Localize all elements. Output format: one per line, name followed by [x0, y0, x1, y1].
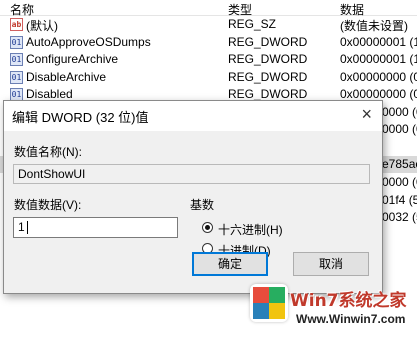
value-data: 0000 (0: [382, 122, 417, 136]
cancel-button[interactable]: 取消: [293, 252, 369, 276]
value-data: 0x00000000 (0: [340, 70, 417, 84]
value-name: AutoApproveOSDumps: [26, 35, 151, 49]
value-type: REG_SZ: [228, 17, 277, 31]
edit-dword-dialog: 编辑 DWORD (32 位)值 × 数值名称(N): DontShowUI 数…: [3, 100, 383, 294]
value-data: e785ac: [382, 157, 417, 171]
value-type: REG_DWORD: [228, 87, 308, 101]
value-name-field: DontShowUI: [13, 164, 370, 184]
value-name: Disabled: [26, 87, 73, 101]
windows-logo-watermark: [250, 284, 288, 322]
ok-button[interactable]: 确定: [192, 252, 268, 276]
value-name: DisableArchive: [26, 70, 107, 84]
value-data: (数值未设置): [340, 19, 408, 33]
dword-value-icon: 01: [10, 53, 23, 66]
dialog-title: 编辑 DWORD (32 位)值: [12, 110, 149, 125]
value-name: (默认): [26, 19, 58, 33]
value-data: 0x00000001 (1: [340, 35, 417, 49]
value-data: 0000 (0: [382, 175, 417, 189]
list-item[interactable]: ab (默认) REG_SZ (数值未设置): [0, 16, 417, 33]
radio-hexadecimal-label[interactable]: 十六进制(H): [218, 221, 283, 238]
text-caret: [26, 221, 28, 235]
base-group-label: 基数: [190, 198, 215, 212]
dialog-body: 数值名称(N): DontShowUI 数值数据(V): 1 基数 十六进制(H…: [4, 131, 382, 293]
value-data-input[interactable]: 1: [13, 217, 178, 238]
watermark-url: Www.Winwin7.com: [296, 312, 406, 326]
value-name: ConfigureArchive: [26, 52, 119, 66]
value-type: REG_DWORD: [228, 52, 308, 66]
close-icon[interactable]: ×: [361, 104, 372, 125]
string-value-icon: ab: [10, 18, 23, 31]
list-header: 名称 类型 数据: [0, 0, 417, 17]
value-name-label: 数值名称(N):: [14, 145, 82, 159]
dword-value-icon: 01: [10, 36, 23, 49]
value-data: 0032 (5: [382, 210, 417, 224]
list-item[interactable]: 01 ConfigureArchive REG_DWORD 0x00000001…: [0, 51, 417, 68]
radio-selected-icon[interactable]: [202, 222, 213, 233]
list-item[interactable]: 01 DisableArchive REG_DWORD 0x00000000 (…: [0, 69, 417, 86]
value-data: 0x00000000 (0: [340, 87, 417, 101]
list-item[interactable]: 01 AutoApproveOSDumps REG_DWORD 0x000000…: [0, 34, 417, 51]
value-data-label: 数值数据(V):: [14, 198, 82, 212]
value-data: 01f4 (5: [382, 193, 417, 207]
value-data-text: 1: [18, 220, 25, 234]
dword-value-icon: 01: [10, 71, 23, 84]
value-type: REG_DWORD: [228, 35, 308, 49]
value-data: 0x00000001 (1: [340, 52, 417, 66]
value-type: REG_DWORD: [228, 70, 308, 84]
value-data: 0000 (0: [382, 105, 417, 119]
watermark-site-name: Win7系统之家: [290, 291, 407, 311]
dialog-titlebar[interactable]: 编辑 DWORD (32 位)值 ×: [4, 101, 382, 131]
